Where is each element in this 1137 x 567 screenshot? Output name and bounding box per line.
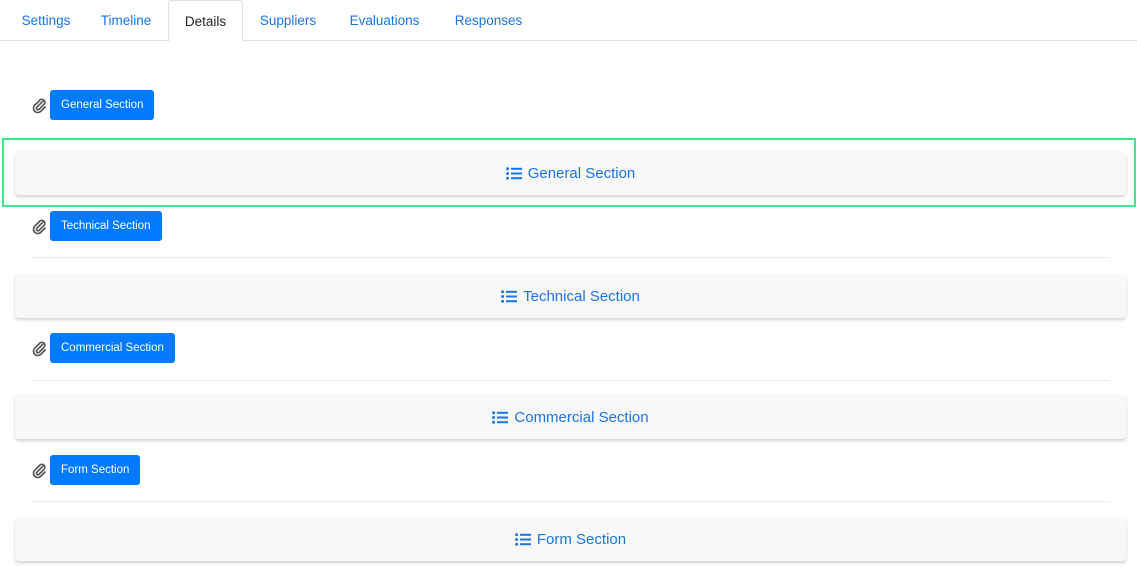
- divider: [32, 501, 1110, 502]
- technical-section-header[interactable]: Technical Section: [15, 274, 1126, 318]
- divider: [32, 380, 1110, 381]
- list-icon: [501, 289, 518, 303]
- tab-responses[interactable]: Responses: [441, 0, 536, 41]
- general-section-attachment-button[interactable]: General Section: [50, 90, 155, 120]
- commercial-section-attachment-button[interactable]: Commercial Section: [50, 333, 175, 363]
- paperclip-icon[interactable]: [32, 339, 48, 357]
- attachment-row-commercial: Commercial Section: [32, 333, 175, 363]
- general-section-header[interactable]: General Section: [15, 151, 1126, 195]
- page: Settings Timeline Details Suppliers Eval…: [0, 0, 1137, 567]
- general-section-title: General Section: [527, 164, 636, 182]
- list-icon: [492, 410, 509, 424]
- list-icon: [514, 532, 531, 546]
- attachment-row-form: Form Section: [32, 455, 141, 485]
- tab-timeline[interactable]: Timeline: [86, 0, 166, 41]
- paperclip-icon[interactable]: [32, 461, 48, 479]
- paperclip-icon[interactable]: [32, 96, 48, 114]
- tab-bar: Settings Timeline Details Suppliers Eval…: [0, 0, 1137, 42]
- attachment-row-general: General Section: [32, 90, 155, 120]
- attachment-row-technical: Technical Section: [32, 211, 162, 241]
- divider: [32, 257, 1110, 258]
- form-section-header[interactable]: Form Section: [15, 517, 1126, 561]
- tab-settings[interactable]: Settings: [6, 0, 86, 41]
- form-section-title: Form Section: [536, 530, 627, 548]
- tab-details[interactable]: Details: [168, 0, 243, 42]
- list-icon: [505, 166, 522, 180]
- commercial-section-title: Commercial Section: [514, 408, 649, 426]
- technical-section-title: Technical Section: [523, 287, 640, 305]
- commercial-section-header[interactable]: Commercial Section: [15, 395, 1126, 439]
- tab-suppliers[interactable]: Suppliers: [246, 0, 330, 41]
- form-section-attachment-button[interactable]: Form Section: [50, 455, 141, 485]
- technical-section-attachment-button[interactable]: Technical Section: [50, 211, 162, 241]
- tab-evaluations[interactable]: Evaluations: [337, 0, 432, 41]
- paperclip-icon[interactable]: [32, 217, 48, 235]
